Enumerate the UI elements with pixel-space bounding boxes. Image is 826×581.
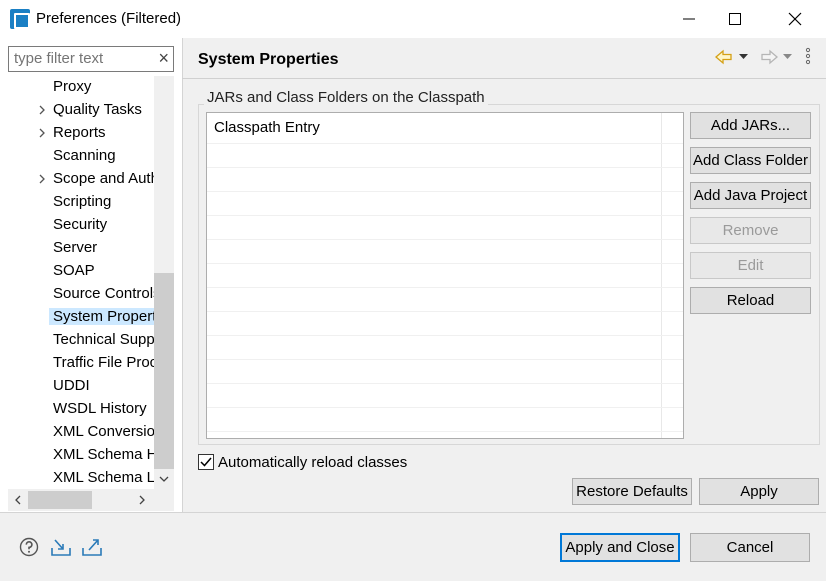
view-menu-icon[interactable] — [804, 47, 812, 65]
tree-item-label: UDDI — [53, 377, 90, 394]
tree-item[interactable]: XML Schema H — [8, 444, 154, 467]
edit-button[interactable]: Edit — [690, 252, 811, 279]
tree-item-label: Server — [53, 239, 98, 256]
import-preferences-icon[interactable] — [50, 537, 72, 557]
maximize-button[interactable] — [712, 0, 758, 38]
table-row-separator — [207, 143, 683, 144]
remove-button[interactable]: Remove — [690, 217, 811, 244]
restore-defaults-button[interactable]: Restore Defaults — [572, 478, 692, 505]
expand-chevron-icon[interactable] — [35, 171, 49, 187]
tree-item-label: Source Controls — [53, 285, 154, 302]
filter-box[interactable]: × — [8, 46, 174, 72]
reload-button[interactable]: Reload — [690, 287, 811, 314]
table-row-separator — [207, 383, 683, 384]
expand-chevron-icon[interactable] — [35, 102, 49, 118]
table-row-separator — [207, 215, 683, 216]
vertical-scroll-thumb[interactable] — [154, 273, 174, 469]
table-row-separator — [207, 239, 683, 240]
auto-reload-label[interactable]: Automatically reload classes — [218, 454, 407, 471]
tree-vertical-scrollbar[interactable] — [154, 76, 174, 489]
auto-reload-checkbox[interactable] — [198, 454, 214, 470]
tree-item[interactable]: UDDI — [8, 375, 154, 398]
horizontal-scroll-thumb[interactable] — [28, 491, 92, 509]
table-row-separator — [207, 191, 683, 192]
tree-item-label: XML Schema Lo — [53, 469, 154, 486]
tree-item[interactable]: Scripting — [8, 191, 154, 214]
filter-input[interactable] — [14, 50, 152, 67]
back-arrow-icon[interactable] — [715, 48, 733, 66]
tree-item[interactable]: WSDL History — [8, 398, 154, 421]
tree-item[interactable]: Source Controls — [8, 283, 154, 306]
tree-item[interactable]: Quality Tasks — [8, 99, 154, 122]
forward-history-dropdown-icon[interactable] — [783, 54, 792, 60]
maximize-icon — [729, 13, 741, 25]
tree-item-label: Security — [53, 216, 108, 233]
tree-item-label: WSDL History — [53, 400, 147, 417]
scroll-down-arrow-icon[interactable] — [154, 469, 174, 489]
tree-item[interactable]: Technical Supp — [8, 329, 154, 352]
expand-chevron-icon[interactable] — [35, 125, 49, 141]
tree-item[interactable]: XML Conversion — [8, 421, 154, 444]
cancel-button[interactable]: Cancel — [690, 533, 810, 562]
table-row-separator — [207, 431, 683, 432]
page-title: System Properties — [198, 51, 339, 68]
add-class-folder-button[interactable]: Add Class Folder — [690, 147, 811, 174]
tree-item-label: SOAP — [53, 262, 95, 279]
minimize-icon — [683, 18, 695, 20]
clear-filter-icon[interactable]: × — [158, 48, 169, 69]
classpath-entry-header: Classpath Entry — [214, 119, 320, 136]
close-button[interactable] — [772, 0, 818, 38]
table-row-separator — [207, 167, 683, 168]
window-title: Preferences (Filtered) — [36, 10, 182, 27]
table-row-separator — [207, 359, 683, 360]
tree-item-label: Traffic File Proc — [53, 354, 154, 371]
tree-item-label: XML Schema H — [53, 446, 154, 463]
tree-item[interactable]: System Propert — [8, 306, 154, 329]
tree-item-label: Scripting — [53, 193, 112, 210]
tree-item-label: System Propert — [49, 308, 154, 325]
tree-item-label: Scanning — [53, 147, 116, 164]
table-row-separator — [207, 407, 683, 408]
tree-item[interactable]: Scope and Auth — [8, 168, 154, 191]
scroll-left-arrow-icon[interactable] — [8, 489, 28, 511]
minimize-button[interactable] — [666, 0, 712, 38]
tree-item[interactable]: Server — [8, 237, 154, 260]
column-divider — [661, 113, 662, 438]
forward-arrow-icon[interactable] — [760, 48, 778, 66]
scroll-right-arrow-icon[interactable] — [132, 489, 152, 511]
preference-tree: Proxy Quality Tasks Reports Scanning Scope a… — [8, 76, 154, 489]
tree-item-label: Technical Supp — [53, 331, 154, 348]
add-jars-button[interactable]: Add JARs... — [690, 112, 811, 139]
export-preferences-icon[interactable] — [81, 537, 103, 557]
classpath-group-label: JARs and Class Folders on the Classpath — [204, 89, 488, 106]
apply-button[interactable]: Apply — [699, 478, 819, 505]
checkmark-icon — [200, 457, 212, 467]
tree-item[interactable]: Scanning — [8, 145, 154, 168]
tree-item[interactable]: Security — [8, 214, 154, 237]
table-row-separator — [207, 311, 683, 312]
apply-and-close-button[interactable]: Apply and Close — [560, 533, 680, 562]
table-row-separator — [207, 287, 683, 288]
tree-horizontal-scrollbar[interactable] — [8, 489, 174, 511]
table-row-separator — [207, 263, 683, 264]
classpath-table[interactable]: Classpath Entry — [206, 112, 684, 439]
tree-item[interactable]: Traffic File Proc — [8, 352, 154, 375]
tree-item[interactable]: Proxy — [8, 76, 154, 99]
help-icon[interactable] — [19, 537, 39, 557]
table-row-separator — [207, 335, 683, 336]
tree-item[interactable]: SOAP — [8, 260, 154, 283]
tree-item[interactable]: XML Schema Lo — [8, 467, 154, 489]
app-icon — [10, 9, 30, 29]
add-java-project-button[interactable]: Add Java Project — [690, 182, 811, 209]
tree-item-label: Quality Tasks — [53, 101, 142, 118]
close-icon — [788, 12, 802, 26]
tree-item-label: XML Conversion — [53, 423, 154, 440]
tree-item-label: Scope and Auth — [53, 170, 154, 187]
tree-item[interactable]: Reports — [8, 122, 154, 145]
back-history-dropdown-icon[interactable] — [739, 54, 748, 60]
tree-item-label: Proxy — [53, 78, 92, 95]
tree-item-label: Reports — [53, 124, 106, 141]
header-separator — [182, 78, 826, 79]
